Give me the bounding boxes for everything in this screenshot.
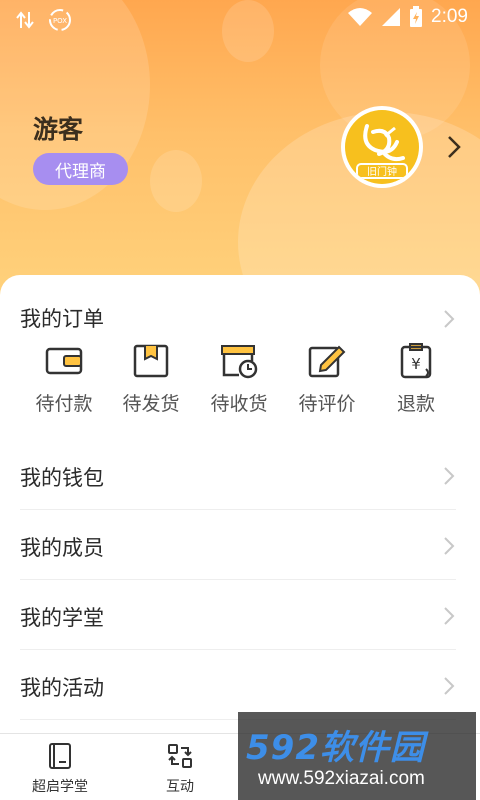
role-badge: 代理商	[33, 153, 128, 185]
avatar-text: 旧门钟	[367, 165, 397, 178]
divider	[20, 649, 456, 650]
status-bar: POX 2:09	[0, 0, 480, 38]
order-pending-receipt[interactable]: 待收货	[199, 343, 279, 416]
nav-item-academy[interactable]: 超启学堂	[12, 742, 108, 796]
chevron-right-icon[interactable]	[444, 134, 464, 160]
avatar-logo-icon: 旧门钟	[345, 110, 419, 184]
wifi-icon	[348, 8, 373, 26]
svg-text:POX: POX	[53, 17, 67, 25]
order-pending-review[interactable]: 待评价	[287, 343, 367, 416]
order-refund[interactable]: ¥ 退款	[376, 343, 456, 416]
user-name[interactable]: 游客	[33, 110, 83, 146]
watermark-brand: 592软件园	[246, 728, 425, 768]
order-label: 待发货	[122, 393, 180, 415]
nav-label: 超启学堂	[32, 779, 88, 795]
order-pending-payment[interactable]: 待付款	[24, 343, 104, 416]
content-card: 我的订单 待付款 待发货 待收货 待评价 ¥ 退款 我的钱包 我的成员 我的学堂…	[0, 275, 480, 735]
avatar[interactable]: 旧门钟	[341, 106, 423, 188]
signal-icon	[382, 8, 401, 26]
menu-item-academy[interactable]: 我的学堂	[20, 602, 104, 632]
package-icon	[133, 344, 169, 378]
chevron-right-icon[interactable]	[442, 535, 456, 557]
chevron-right-icon[interactable]	[442, 465, 456, 487]
profile-header: POX 2:09 游客 代理商 旧门钟	[0, 0, 480, 300]
chevron-right-icon[interactable]	[442, 605, 456, 627]
order-label: 退款	[396, 393, 435, 415]
decor-bubble	[150, 150, 202, 212]
chevron-right-icon[interactable]	[442, 308, 456, 330]
receive-clock-icon	[221, 345, 258, 379]
nav-item-interact[interactable]: 互动	[132, 742, 228, 796]
divider	[20, 579, 456, 580]
book-icon	[49, 743, 71, 769]
notification-icon: POX	[49, 9, 71, 31]
menu-item-wallet[interactable]: 我的钱包	[20, 462, 104, 492]
my-orders-title[interactable]: 我的订单	[20, 303, 104, 333]
order-label: 待收货	[210, 393, 268, 415]
refund-icon: ¥	[400, 343, 432, 379]
wallet-icon	[45, 347, 83, 375]
svg-text:¥: ¥	[411, 355, 421, 373]
order-label: 待评价	[298, 393, 356, 415]
watermark: 592软件园 www.592xiazai.com	[238, 712, 476, 800]
watermark-url: www.592xiazai.com	[258, 768, 425, 789]
data-transfer-icon	[16, 11, 34, 29]
nav-label: 互动	[166, 779, 194, 795]
order-pending-shipment[interactable]: 待发货	[111, 343, 191, 416]
chevron-right-icon[interactable]	[442, 675, 456, 697]
edit-icon	[308, 345, 346, 378]
menu-item-activities[interactable]: 我的活动	[20, 672, 104, 702]
clock-time: 2:09	[431, 6, 468, 27]
menu-item-members[interactable]: 我的成员	[20, 532, 104, 562]
battery-charging-icon	[410, 6, 423, 27]
divider	[20, 509, 456, 510]
order-label: 待付款	[35, 393, 93, 415]
exchange-icon	[168, 744, 192, 768]
